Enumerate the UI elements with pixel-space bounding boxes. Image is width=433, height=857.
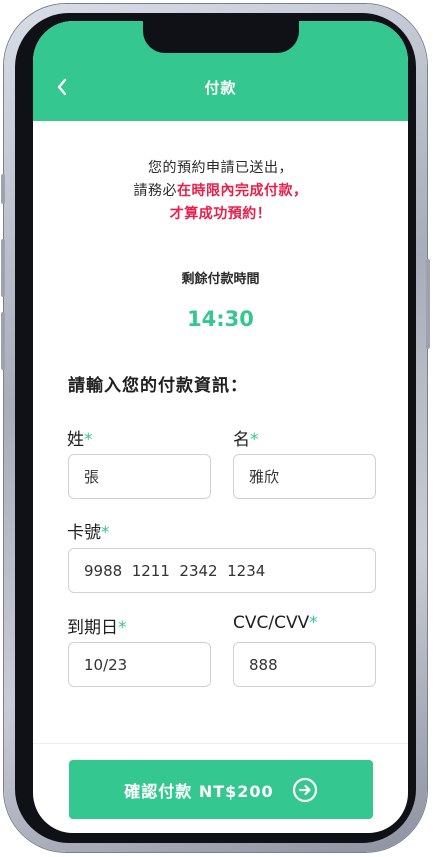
card-number-input[interactable] xyxy=(69,549,375,592)
required-mark: * xyxy=(118,618,127,638)
last-name-label-text: 姓 xyxy=(67,430,84,450)
payment-form-title: 請輸入您的付款資訊： xyxy=(68,376,248,396)
notice-line-2: 請務必在時限內完成付款， xyxy=(33,180,408,203)
required-mark: * xyxy=(84,430,93,450)
footer-divider xyxy=(33,743,408,744)
power-button xyxy=(426,259,430,349)
expiry-input[interactable] xyxy=(69,643,210,686)
notice-line-1: 您的預約申請已送出， xyxy=(148,160,293,176)
required-mark: * xyxy=(101,523,110,543)
notice-line-2-prefix: 請務必 xyxy=(133,183,177,199)
notice-line-3: 才算成功預約！ xyxy=(169,206,272,222)
required-mark: * xyxy=(309,613,318,633)
cvc-label-text: CVC/CVV xyxy=(233,613,310,633)
expiry-label-text: 到期日 xyxy=(67,618,118,638)
confirm-payment-button[interactable]: 確認付款 NT$200 xyxy=(69,760,373,819)
phone-notch xyxy=(143,21,299,53)
confirm-payment-label: 確認付款 NT$200 xyxy=(124,781,274,801)
app-screen: 付款 您的預約申請已送出， 請務必在時限內完成付款， 才算成功預約！ 剩餘付款時… xyxy=(33,21,408,833)
mute-switch xyxy=(1,174,5,204)
first-name-label: 名* xyxy=(233,425,259,450)
countdown-label: 剩餘付款時間 xyxy=(181,272,260,287)
volume-down-button xyxy=(1,312,5,370)
cvc-field[interactable] xyxy=(233,642,376,687)
last-name-field[interactable] xyxy=(68,454,211,499)
last-name-input[interactable] xyxy=(69,455,210,498)
last-name-label: 姓* xyxy=(67,425,93,450)
cvc-input[interactable] xyxy=(234,643,375,686)
booking-notice: 您的預約申請已送出， 請務必在時限內完成付款， 才算成功預約！ xyxy=(33,157,408,226)
cvc-label: CVC/CVV* xyxy=(233,613,318,633)
card-number-field[interactable] xyxy=(68,548,376,593)
notice-highlight: 在時限內完成付款， xyxy=(177,183,308,199)
first-name-input[interactable] xyxy=(234,455,375,498)
volume-up-button xyxy=(1,239,5,297)
required-mark: * xyxy=(250,430,259,450)
first-name-label-text: 名 xyxy=(233,430,250,450)
page-title: 付款 xyxy=(204,79,237,97)
arrow-right-circle-icon xyxy=(292,777,318,803)
first-name-field[interactable] xyxy=(233,454,376,499)
card-number-label-text: 卡號 xyxy=(67,523,101,543)
countdown-timer: 14:30 xyxy=(187,307,254,331)
expiry-label: 到期日* xyxy=(67,613,127,638)
card-number-label: 卡號* xyxy=(67,518,110,543)
expiry-field[interactable] xyxy=(68,642,211,687)
